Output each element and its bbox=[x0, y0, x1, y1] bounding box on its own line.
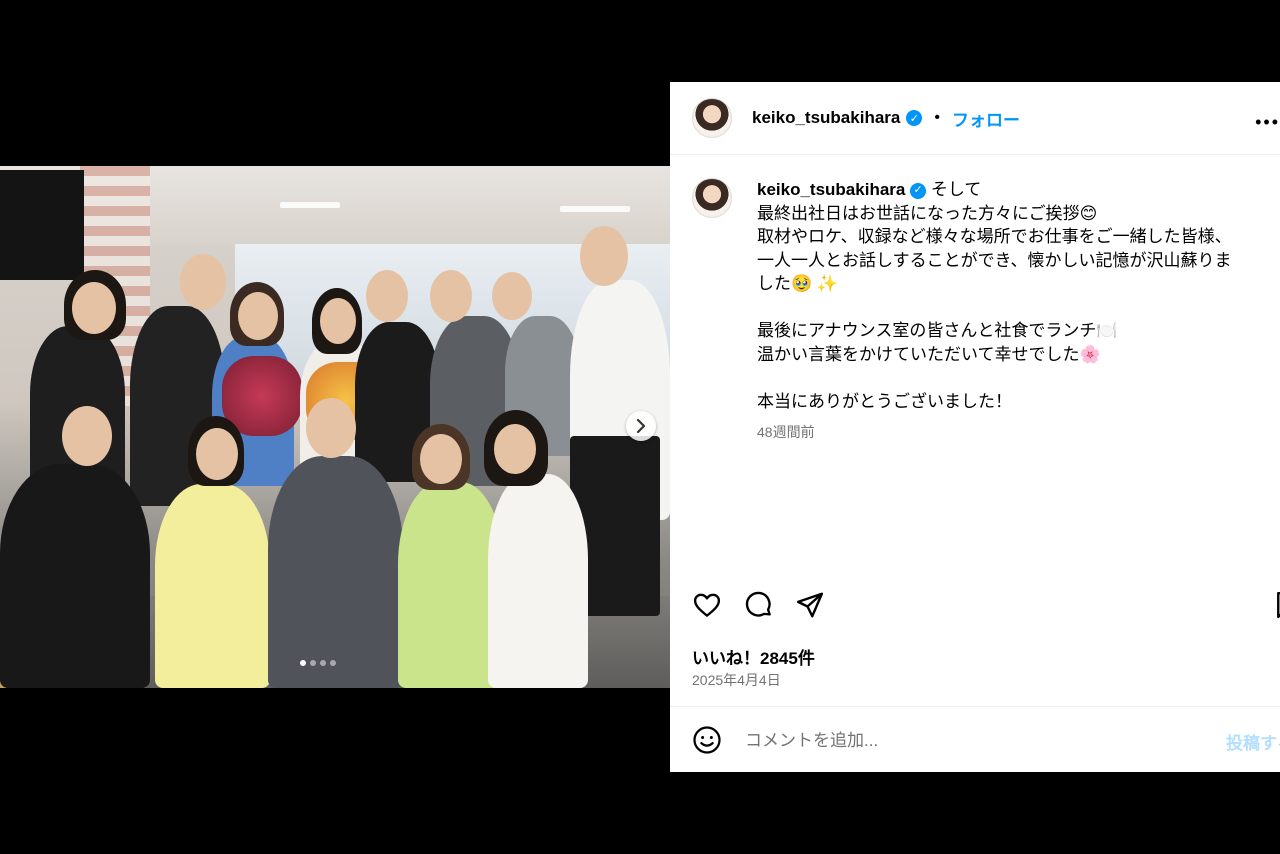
carousel-dot bbox=[310, 660, 316, 666]
photo-person-face bbox=[306, 398, 356, 458]
username-link[interactable]: keiko_tsubakihara bbox=[752, 108, 900, 128]
carousel-indicator bbox=[300, 660, 336, 666]
caption-line: 最後にアナウンス室の皆さんと社食でランチ🍽️ bbox=[757, 321, 1118, 340]
photo-person bbox=[268, 456, 403, 688]
share-icon[interactable] bbox=[795, 590, 825, 620]
photo-person-face bbox=[430, 270, 472, 322]
bookmark-icon[interactable] bbox=[1272, 590, 1280, 620]
caption-line: した🥹 ✨ bbox=[757, 274, 839, 293]
photo-person-face bbox=[494, 424, 536, 474]
photo-person bbox=[0, 464, 150, 688]
photo-person-face bbox=[580, 226, 628, 286]
photo-tv bbox=[0, 170, 84, 280]
post-photo[interactable] bbox=[0, 166, 670, 688]
caption-username-link[interactable]: keiko_tsubakihara bbox=[757, 180, 905, 199]
caption-line: 一人一人とお話しすることができ、懐かしい記憶が沢山蘇りま bbox=[757, 250, 1232, 270]
verified-icon: ✓ bbox=[910, 182, 927, 199]
photo-person-face bbox=[180, 254, 226, 310]
caption-text: keiko_tsubakihara ✓ そして 最終出社日はお世話になった方々に… bbox=[757, 178, 1280, 413]
post-comment-button[interactable]: 投稿する bbox=[1226, 729, 1280, 754]
separator-dot: • bbox=[934, 109, 940, 126]
carousel-dot bbox=[330, 660, 336, 666]
post-panel: keiko_tsubakihara ✓ • フォロー ••• keiko_tsu… bbox=[670, 82, 1280, 772]
verified-icon: ✓ bbox=[906, 110, 923, 126]
chevron-right-icon bbox=[636, 419, 646, 433]
photo-ceiling-light bbox=[280, 202, 340, 208]
comment-input[interactable] bbox=[743, 727, 1167, 755]
post-date: 2025年4月4日 bbox=[692, 672, 781, 688]
carousel-dot bbox=[300, 660, 306, 666]
photo-person-face bbox=[492, 272, 532, 320]
photo-person-face bbox=[420, 434, 462, 484]
photo-person-face bbox=[62, 406, 112, 466]
follow-button[interactable]: フォロー bbox=[952, 106, 1020, 131]
caption-line: 取材やロケ、収録など様々な場所でお仕事をご一緒した皆様、 bbox=[757, 227, 1232, 246]
comment-bar: 投稿する bbox=[670, 706, 1280, 772]
photo-person bbox=[155, 484, 270, 688]
carousel-next-button[interactable] bbox=[626, 411, 656, 441]
caption-line: 最終出社日はお世話になった方々にご挨拶😊 bbox=[757, 203, 1098, 223]
photo-person-face bbox=[196, 428, 238, 480]
photo-ceiling-light bbox=[560, 206, 630, 212]
caption-first-line: そして bbox=[930, 180, 982, 199]
carousel-dot bbox=[320, 660, 326, 666]
comment-icon[interactable] bbox=[744, 590, 774, 620]
likes-count[interactable]: いいね！2845件 bbox=[692, 644, 815, 669]
photo-person-face bbox=[366, 270, 408, 322]
avatar[interactable] bbox=[692, 178, 732, 218]
heart-icon[interactable] bbox=[692, 590, 722, 620]
emoji-icon[interactable] bbox=[692, 725, 722, 755]
photo-person-face bbox=[320, 298, 356, 344]
photo-person-face bbox=[72, 282, 116, 334]
action-bar bbox=[692, 590, 1280, 622]
header-user: keiko_tsubakihara ✓ • フォロー bbox=[752, 106, 1020, 131]
time-ago[interactable]: 48週間前 bbox=[757, 422, 815, 442]
avatar[interactable] bbox=[692, 98, 732, 138]
caption-line: 温かい言葉をかけていただいて幸せでした🌸 bbox=[757, 344, 1101, 364]
photo-person-face bbox=[238, 292, 278, 340]
photo-person bbox=[488, 474, 588, 688]
post-header: keiko_tsubakihara ✓ • フォロー ••• bbox=[670, 82, 1280, 155]
caption-line: 本当にありがとうございました！ bbox=[757, 391, 1012, 411]
more-options-icon[interactable]: ••• bbox=[1255, 112, 1280, 133]
